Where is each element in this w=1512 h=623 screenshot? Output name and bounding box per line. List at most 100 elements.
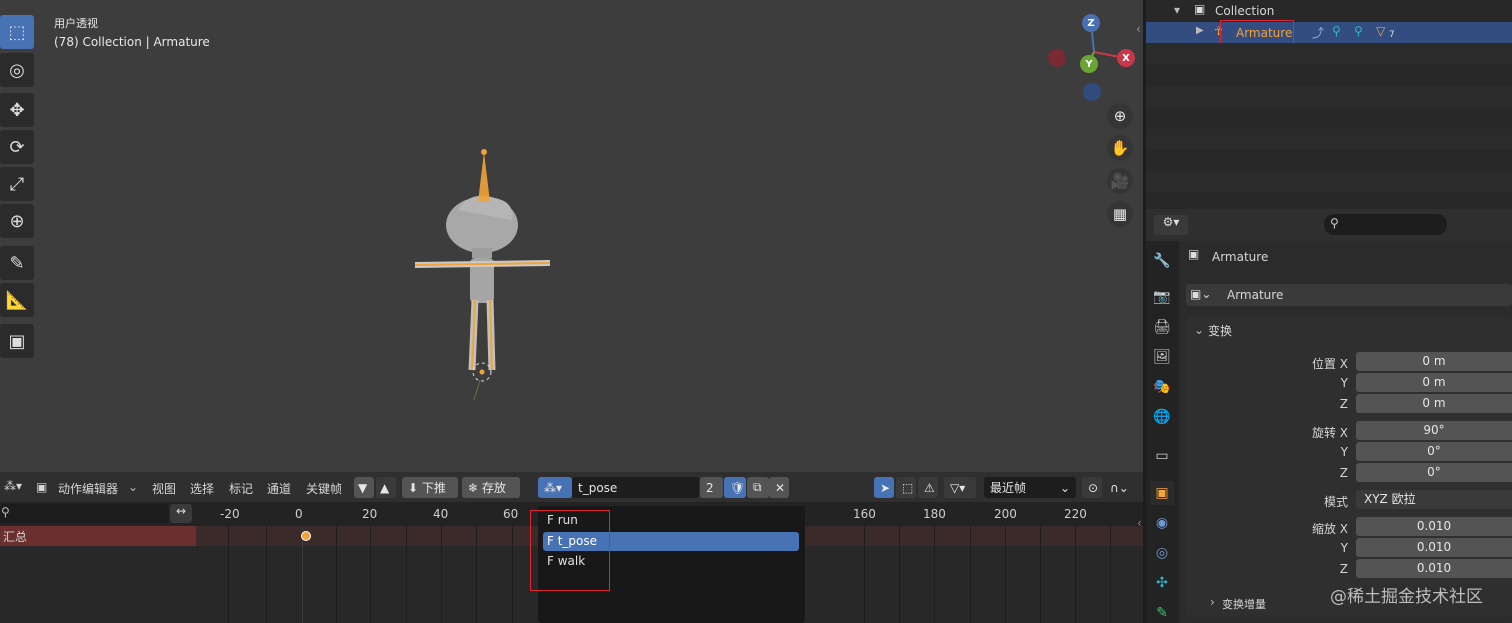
camera-icon[interactable]: 🎥 — [1107, 168, 1133, 194]
ruler-tick: 160 — [853, 507, 876, 521]
scale-icon[interactable]: ⤢ — [0, 167, 34, 201]
rotation-y-field[interactable]: 0° — [1356, 442, 1512, 461]
action-users-count[interactable]: 2 — [700, 477, 723, 498]
gizmo-z-axis[interactable]: Z — [1082, 14, 1100, 32]
collapse-arrow-icon[interactable]: ‹ — [1137, 516, 1142, 530]
menu-channel[interactable]: 通道 — [267, 480, 291, 497]
scale-x-field[interactable]: 0.010 — [1356, 517, 1512, 536]
tool-settings-icon[interactable]: 🔧 — [1150, 249, 1174, 273]
location-z-label: Z — [1339, 397, 1348, 411]
proportional-edit-icon[interactable]: ⊙ — [1082, 477, 1102, 498]
outliner-row-collection[interactable]: ▾ ▣ Collection — [1146, 0, 1512, 21]
channel-search-input[interactable]: ⚲ — [0, 504, 168, 523]
pan-hand-icon[interactable]: ✋ — [1107, 135, 1133, 161]
editor-mode-dropdown[interactable]: 动作编辑器 — [58, 480, 118, 497]
menu-key[interactable]: 关键帧 — [306, 480, 342, 497]
keyframe-marker[interactable] — [301, 531, 311, 541]
armature-figure[interactable] — [400, 140, 570, 400]
summary-channel[interactable]: 汇总 — [0, 526, 196, 546]
rotation-z-label: Z — [1339, 466, 1348, 480]
3d-viewport[interactable]: 用户透视 (78) Collection | Armature ⬚ ◎ ✥ ⟳ … — [0, 0, 1143, 472]
gizmo-neg-x[interactable] — [1048, 49, 1066, 67]
expand-arrow-icon[interactable]: ▾ — [1174, 3, 1180, 17]
action-name-field[interactable]: t_pose — [572, 477, 699, 498]
expand-arrow-icon[interactable]: ▶ — [1196, 25, 1204, 36]
swap-arrows-icon[interactable]: ↔ — [170, 504, 192, 523]
chevron-down-icon[interactable]: ⌄ — [128, 480, 138, 494]
world-icon[interactable]: 🌐 — [1150, 405, 1174, 429]
highlight-box — [530, 510, 610, 591]
ruler-tick: 200 — [994, 507, 1017, 521]
location-x-field[interactable]: 0 m — [1356, 352, 1512, 371]
rotation-x-field[interactable]: 90° — [1356, 421, 1512, 440]
view-layer-icon[interactable]: 🖼 — [1150, 345, 1174, 369]
layer-up-icon[interactable]: ▲ — [376, 477, 396, 498]
view-name: 用户透视 — [54, 17, 98, 30]
object-properties-icon[interactable]: ▣ — [1150, 481, 1174, 505]
chevron-down-icon[interactable]: ⌄ — [1194, 323, 1204, 337]
falloff-curve-icon[interactable]: ∩⌄ — [1104, 477, 1136, 498]
only-selected-icon[interactable]: ➤ — [874, 477, 894, 498]
constraint-icon[interactable]: ◎ — [1150, 541, 1174, 565]
stash-button[interactable]: ❄ 存放 — [462, 477, 520, 498]
armature-data-icon: ⚲ — [1354, 24, 1363, 38]
properties-search-input[interactable]: ⚲ — [1324, 214, 1447, 235]
delta-transform-title[interactable]: 变换增量 — [1222, 596, 1266, 612]
output-icon[interactable]: 🖨 — [1150, 315, 1174, 339]
object-datablock-field[interactable]: ▣⌄ Armature — [1186, 284, 1512, 306]
add-cube-icon[interactable]: ▣ — [0, 324, 34, 358]
duplicate-action-icon[interactable]: ⧉ — [747, 477, 769, 498]
gizmo-neg-z[interactable] — [1083, 83, 1101, 101]
scale-y-label: Y — [1340, 541, 1348, 555]
ruler-tick: 0 — [295, 507, 303, 521]
object-name-label: Armature — [1212, 250, 1269, 264]
scale-z-field[interactable]: 0.010 — [1356, 559, 1512, 578]
annotate-icon[interactable]: ✎ — [0, 246, 34, 280]
move-icon[interactable]: ✥ — [0, 93, 34, 127]
unlink-close-icon[interactable]: ✕ — [769, 477, 789, 498]
menu-marker[interactable]: 标记 — [229, 480, 253, 497]
rotation-x-label: 旋转 X — [1311, 426, 1348, 440]
menu-view[interactable]: 视图 — [152, 480, 176, 497]
armature-data-icon[interactable]: ✣ — [1150, 571, 1174, 595]
rotation-mode-dropdown[interactable]: XYZ 欧拉 — [1356, 490, 1512, 509]
push-down-button[interactable]: ⬇ 下推 — [402, 477, 458, 498]
snap-mode-dropdown[interactable]: 最近帧 ⌄ — [984, 477, 1076, 498]
filter-icon[interactable]: ▽▾ — [944, 477, 976, 498]
gizmo-y-axis[interactable]: Y — [1080, 55, 1098, 73]
only-errors-icon[interactable]: ⚠ — [918, 477, 938, 498]
search-icon: ⚲ — [1, 505, 10, 519]
stash-label: 存放 — [481, 481, 506, 495]
scene-icon[interactable]: 🎭 — [1150, 375, 1174, 399]
transform-icon[interactable]: ⊕ — [0, 204, 34, 238]
browse-action-button[interactable]: ⁂▾ — [538, 477, 572, 498]
cursor-icon[interactable]: ◎ — [0, 53, 34, 87]
chevron-right-icon[interactable]: › — [1210, 595, 1215, 609]
rotation-z-field[interactable]: 0° — [1356, 463, 1512, 482]
grid-view-icon[interactable]: ▦ — [1107, 201, 1133, 227]
location-z-field[interactable]: 0 m — [1356, 394, 1512, 413]
modifier-icon[interactable]: ◉ — [1150, 511, 1174, 535]
fake-user-shield-icon[interactable]: 🛡 — [724, 477, 746, 498]
outliner-row-armature[interactable]: ▶ ☥ Armature ⤴ ⚲ ⚲ ▽ 7 — [1146, 22, 1512, 43]
editor-type-icon[interactable]: ⁂▾ — [4, 479, 22, 493]
zoom-icon[interactable]: ⊕ — [1107, 103, 1133, 129]
editor-type-icon[interactable]: ⚙▾ — [1154, 215, 1188, 235]
chevron-down-icon: ⌄ — [1059, 480, 1070, 495]
navigation-gizmo[interactable]: Z X Y — [1040, 12, 1140, 112]
measure-icon[interactable]: 📐 — [0, 283, 34, 317]
transform-section-title[interactable]: 变换 — [1208, 322, 1232, 339]
render-icon[interactable]: 📷 — [1150, 285, 1174, 309]
show-hidden-icon[interactable]: ⬚ — [896, 477, 916, 498]
location-y-field[interactable]: 0 m — [1356, 373, 1512, 392]
layer-down-icon[interactable]: ▼ — [354, 477, 374, 498]
collection-icon[interactable]: ▭ — [1150, 444, 1174, 468]
bone-icon[interactable]: ✎ — [1150, 601, 1174, 623]
collapse-arrow-icon[interactable]: ‹ — [1136, 22, 1141, 36]
scale-y-field[interactable]: 0.010 — [1356, 538, 1512, 557]
gizmo-x-axis[interactable]: X — [1117, 49, 1135, 67]
select-box-icon[interactable]: ⬚ — [0, 15, 34, 49]
menu-select[interactable]: 选择 — [190, 480, 214, 497]
push-down-label: 下推 — [421, 481, 446, 495]
rotate-icon[interactable]: ⟳ — [0, 130, 34, 164]
